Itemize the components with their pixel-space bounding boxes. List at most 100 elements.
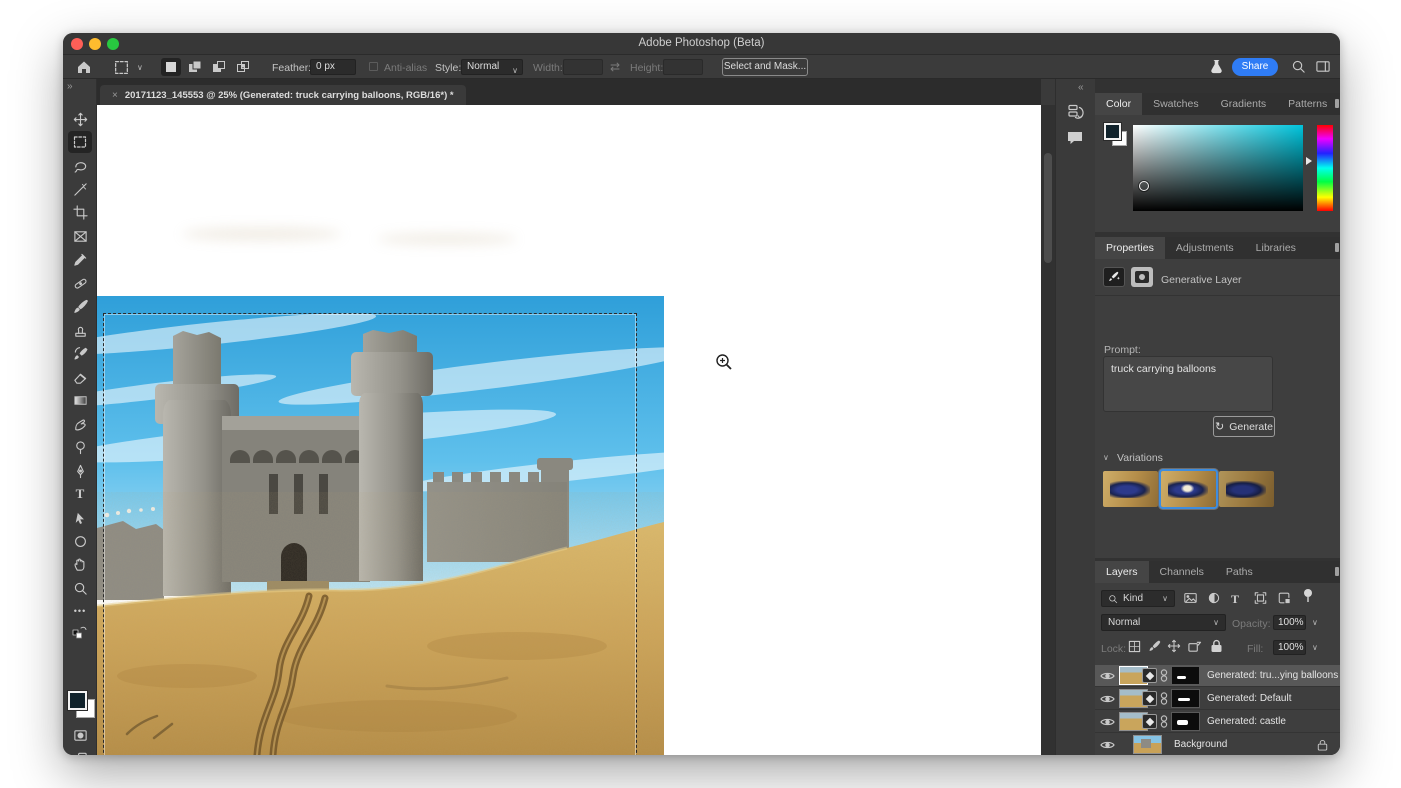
dodge-tool[interactable]	[72, 439, 88, 455]
document-tab[interactable]: × 20171123_145553 @ 25% (Generated: truc…	[100, 85, 466, 105]
layer-visibility-eye-icon[interactable]	[1095, 694, 1119, 704]
background-lock-icon[interactable]	[1317, 739, 1328, 751]
foreground-color-swatch[interactable]	[68, 691, 87, 710]
fill-value[interactable]: 100%	[1273, 640, 1306, 655]
document-canvas[interactable]	[97, 105, 1041, 755]
screen-mode-icon[interactable]	[72, 750, 88, 755]
selection-mode-subtract-button[interactable]	[209, 58, 229, 76]
brush-tool[interactable]	[72, 298, 88, 314]
tab-patterns[interactable]: Patterns	[1277, 93, 1338, 115]
selection-mode-new-button[interactable]	[161, 58, 181, 76]
canvas-scrollbar-thumb[interactable]	[1044, 153, 1052, 263]
tab-layers[interactable]: Layers	[1095, 561, 1149, 583]
collapse-panels-icon[interactable]: «	[1078, 82, 1084, 93]
layer-mask-thumbnail[interactable]	[1171, 712, 1200, 731]
lasso-tool[interactable]	[72, 158, 88, 174]
mask-link-icon[interactable]	[1160, 715, 1168, 728]
filter-shape-layers-icon[interactable]	[1253, 591, 1268, 610]
layer-filter-kind-select[interactable]: Kind ∨	[1101, 590, 1175, 607]
layer-row-background[interactable]: Background	[1095, 734, 1340, 755]
tab-gradients[interactable]: Gradients	[1210, 93, 1278, 115]
filter-adjustment-layers-icon[interactable]	[1207, 591, 1221, 610]
workspace-layout-icon[interactable]	[1315, 59, 1331, 79]
tab-swatches[interactable]: Swatches	[1142, 93, 1210, 115]
variation-thumbnail-1[interactable]	[1103, 471, 1158, 507]
smudge-tool[interactable]	[72, 416, 88, 432]
eyedropper-tool[interactable]	[72, 251, 88, 267]
home-icon[interactable]	[76, 59, 92, 80]
expand-tools-icon[interactable]: »	[67, 81, 73, 92]
lock-transparency-icon[interactable]	[1128, 640, 1141, 658]
mask-link-icon[interactable]	[1160, 692, 1168, 705]
layer-row-generated-truck[interactable]: Generated: tru...ying balloons	[1095, 665, 1340, 687]
lock-position-icon[interactable]	[1167, 639, 1181, 658]
prompt-textarea[interactable]: truck carrying balloons	[1103, 356, 1273, 412]
path-selection-tool[interactable]	[72, 510, 88, 526]
tab-libraries[interactable]: Libraries	[1245, 237, 1307, 259]
crop-tool[interactable]	[72, 204, 88, 220]
fill-chevron-icon[interactable]: ∨	[1312, 643, 1318, 652]
anti-alias-checkbox[interactable]	[369, 62, 378, 71]
beta-flask-icon[interactable]	[1209, 59, 1224, 79]
filter-pixel-layers-icon[interactable]	[1183, 591, 1198, 610]
layer-row-generated-default[interactable]: Generated: Default	[1095, 688, 1340, 710]
blend-mode-select[interactable]: Normal∨	[1101, 614, 1226, 631]
saturation-brightness-field[interactable]	[1133, 125, 1303, 211]
filter-toggle-pin-icon[interactable]	[1302, 588, 1314, 608]
canvas-scrollbar[interactable]	[1041, 105, 1055, 755]
tab-properties[interactable]: Properties	[1095, 237, 1165, 259]
zoom-tool[interactable]	[72, 580, 88, 596]
tab-adjustments[interactable]: Adjustments	[1165, 237, 1245, 259]
eraser-tool[interactable]	[72, 369, 88, 385]
frame-tool[interactable]	[72, 228, 88, 244]
opacity-chevron-icon[interactable]: ∨	[1312, 618, 1318, 627]
search-icon[interactable]	[1291, 59, 1306, 79]
height-input[interactable]	[663, 59, 703, 75]
width-input[interactable]	[563, 59, 603, 75]
tab-paths[interactable]: Paths	[1215, 561, 1264, 583]
default-swap-colors-icon[interactable]	[72, 624, 88, 640]
generate-button[interactable]: ↻ Generate	[1213, 416, 1275, 437]
rectangular-marquee-tool[interactable]	[68, 131, 92, 153]
close-tab-icon[interactable]: ×	[112, 90, 118, 101]
style-select[interactable]: Normal∨	[461, 59, 523, 75]
filter-smart-objects-icon[interactable]	[1277, 591, 1292, 610]
filter-type-layers-icon[interactable]: T	[1231, 590, 1239, 608]
selection-mode-intersect-button[interactable]	[233, 58, 253, 76]
layer-visibility-eye-icon[interactable]	[1095, 671, 1119, 681]
panel-menu-hint[interactable]	[1335, 567, 1339, 576]
tab-channels[interactable]: Channels	[1149, 561, 1215, 583]
tool-preset-chevron-icon[interactable]: ∨	[137, 63, 143, 72]
layer-visibility-eye-icon[interactable]	[1095, 717, 1119, 727]
variation-thumbnail-3[interactable]	[1219, 471, 1274, 507]
object-selection-tool[interactable]	[72, 181, 88, 197]
comments-panel-icon[interactable]	[1066, 129, 1084, 151]
history-brush-tool[interactable]	[72, 345, 88, 361]
swap-dimensions-icon[interactable]: ⇄	[610, 59, 620, 75]
layer-mask-thumbnail[interactable]	[1171, 666, 1200, 685]
select-and-mask-button[interactable]: Select and Mask...	[722, 58, 808, 76]
layer-thumbnail[interactable]	[1133, 735, 1162, 754]
layer-row-generated-castle[interactable]: Generated: castle	[1095, 711, 1340, 733]
tab-color[interactable]: Color	[1095, 93, 1142, 115]
quick-mask-mode-icon[interactable]	[72, 727, 88, 743]
type-tool[interactable]: T	[72, 486, 88, 502]
panel-menu-hint[interactable]	[1335, 99, 1339, 108]
edit-toolbar-icon[interactable]: •••	[72, 603, 88, 619]
color-panel-foreground-swatch[interactable]	[1104, 123, 1121, 140]
layer-mask-thumbnail[interactable]	[1171, 689, 1200, 708]
tool-preset-marquee-icon[interactable]	[113, 59, 130, 81]
spot-healing-brush-tool[interactable]	[72, 275, 88, 291]
lock-artboard-icon[interactable]	[1187, 640, 1202, 658]
lock-all-icon[interactable]	[1210, 639, 1223, 658]
color-picker-ring[interactable]	[1139, 181, 1149, 191]
mask-link-icon[interactable]	[1160, 669, 1168, 682]
clone-stamp-tool[interactable]	[72, 322, 88, 338]
feather-input[interactable]: 0 px	[310, 59, 356, 75]
hand-tool[interactable]	[72, 556, 88, 572]
ellipse-shape-tool[interactable]	[72, 533, 88, 549]
variations-chevron-icon[interactable]: ∨	[1103, 453, 1109, 462]
layer-visibility-eye-icon[interactable]	[1095, 740, 1119, 750]
variation-thumbnail-2-selected[interactable]	[1161, 471, 1216, 507]
move-tool[interactable]	[72, 111, 88, 127]
